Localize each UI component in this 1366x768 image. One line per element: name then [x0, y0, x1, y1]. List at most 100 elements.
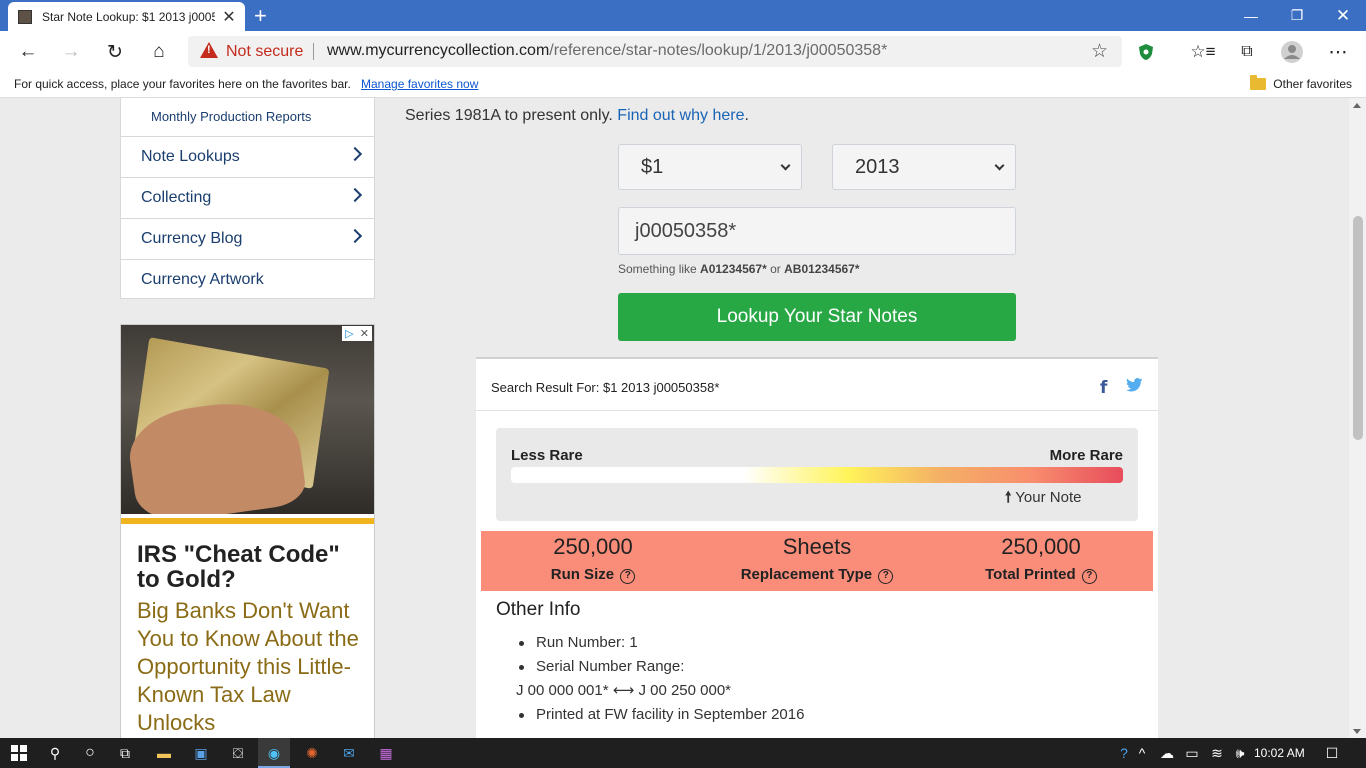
scroll-up-icon[interactable] [1353, 103, 1361, 108]
lookup-star-notes-button[interactable]: Lookup Your Star Notes [618, 293, 1016, 341]
stat-label-text: Total Printed [985, 566, 1076, 583]
cortana-icon[interactable]: ○ [78, 741, 102, 765]
search-icon[interactable]: ⚲ [43, 741, 67, 765]
profile-avatar-icon[interactable] [1279, 39, 1305, 65]
favorites-prompt: For quick access, place your favorites h… [14, 77, 351, 91]
stat-value: 250,000 [553, 534, 633, 559]
hint-prefix: Something like [618, 262, 701, 276]
windows-taskbar: ⚲ ○ ⧉ ▬ ▣ ⛋ ◉ ✺ ✉ ▦ ? ^ ☁ ▭ ≋ 🕪 10:02 AM… [0, 738, 1366, 768]
note-stats-bar: 250,000 Run Size ? Sheets Replacement Ty… [481, 531, 1153, 591]
search-result-card: Search Result For: $1 2013 j00050358* f … [476, 357, 1158, 738]
app-icon[interactable]: ✺ [300, 741, 324, 765]
help-icon[interactable]: ? [1081, 569, 1097, 584]
bidirectional-arrow-icon: ⟷ [612, 682, 635, 699]
chevron-down-icon [780, 160, 791, 171]
favorite-star-icon[interactable]: ☆ [1091, 40, 1108, 63]
series-note: Series 1981A to present only. Find out w… [405, 107, 749, 124]
hint-example-1: A01234567* [700, 262, 767, 276]
help-icon[interactable]: ? [878, 569, 894, 584]
warning-icon [200, 42, 218, 58]
ad-divider [121, 518, 374, 524]
other-favorites-label: Other favorites [1273, 77, 1352, 91]
serial-hint: Something like A01234567* or AB01234567* [618, 262, 860, 276]
mail-icon[interactable]: ✉ [337, 741, 361, 765]
stat-label: Total Printed ? [929, 566, 1153, 584]
scrollbar-thumb[interactable] [1353, 216, 1363, 440]
app-color-icon[interactable]: ▦ [374, 741, 398, 765]
sidebar-item-collecting[interactable]: Collecting [121, 177, 374, 218]
home-icon[interactable]: ⌂ [146, 39, 172, 65]
system-clock[interactable]: 10:02 AM [1254, 746, 1305, 760]
scroll-down-icon[interactable] [1353, 729, 1361, 734]
sidebar-menu: Monthly Production Reports Note Lookups … [120, 98, 375, 300]
page-viewport: Monthly Production Reports Note Lookups … [0, 97, 1366, 738]
restore-icon[interactable]: ❐ [1274, 0, 1320, 31]
denomination-value: $1 [641, 155, 664, 178]
ad-body-text[interactable]: Big Banks Don't Want You to Know About t… [137, 597, 372, 737]
sidebar-item-currency-artwork[interactable]: Currency Artwork [121, 259, 374, 300]
sidebar-item-label: Collecting [141, 189, 212, 206]
sidebar-subitem-monthly-production[interactable]: Monthly Production Reports [151, 109, 311, 124]
serial-range-values: J 00 000 001* ⟷ J 00 250 000* [496, 679, 804, 703]
task-view-icon[interactable]: ⧉ [113, 741, 137, 765]
chevron-up-icon[interactable]: ^ [1130, 741, 1154, 765]
close-window-icon[interactable]: ✕ [1320, 0, 1366, 31]
ad-headline[interactable]: IRS "Cheat Code" to Gold? [137, 542, 367, 592]
ad-image[interactable]: ▷ ✕ [121, 325, 374, 514]
forward-icon[interactable]: → [58, 39, 84, 65]
hint-example-2: AB01234567* [784, 262, 860, 276]
favorites-list-icon[interactable]: ☆≡ [1190, 39, 1216, 65]
favorites-bar: For quick access, place your favorites h… [0, 72, 1366, 97]
windows-start-icon[interactable] [7, 741, 31, 765]
serial-range-from: J 00 000 001* [516, 682, 609, 699]
sidebar-item-note-lookups[interactable]: Note Lookups [121, 136, 374, 177]
cloud-icon[interactable]: ☁ [1155, 741, 1179, 765]
address-bar[interactable]: Not secure www.mycurrencycollection.com/… [188, 36, 1122, 67]
security-status[interactable]: Not secure [226, 43, 303, 61]
shield-extension-icon[interactable] [1133, 39, 1159, 65]
battery-icon[interactable]: ▭ [1180, 741, 1204, 765]
refresh-icon[interactable]: ↻ [102, 39, 128, 65]
edge-icon[interactable]: ◉ [262, 741, 286, 765]
control-panel-icon[interactable]: ▣ [189, 741, 213, 765]
minimize-icon[interactable]: — [1228, 0, 1274, 31]
tab-title: Star Note Lookup: $1 2013 j0005 [42, 9, 215, 24]
help-icon[interactable]: ? [620, 569, 636, 584]
result-header: Search Result For: $1 2013 j00050358* f [476, 359, 1158, 411]
twitter-icon[interactable] [1126, 378, 1143, 392]
other-info-list: Run Number: 1 Serial Number Range: J 00 … [516, 631, 804, 727]
close-tab-icon[interactable]: ✕ [221, 7, 237, 27]
url-text[interactable]: www.mycurrencycollection.com/reference/s… [327, 42, 887, 60]
stat-replacement-type: Sheets Replacement Type ? [705, 531, 929, 584]
list-item-serial-range: Serial Number Range: [516, 655, 804, 679]
volume-icon[interactable]: 🕪 [1228, 741, 1252, 765]
serial-number-input[interactable]: j00050358* [618, 207, 1016, 255]
browser-tab[interactable]: Star Note Lookup: $1 2013 j0005 ✕ [8, 2, 245, 31]
back-icon[interactable]: ← [15, 39, 41, 65]
notifications-icon[interactable]: ☐ [1320, 741, 1344, 765]
manage-favorites-link[interactable]: Manage favorites now [361, 77, 478, 91]
denomination-select[interactable]: $1 [618, 144, 802, 190]
page-scrollbar[interactable] [1349, 98, 1366, 738]
stat-total-printed: 250,000 Total Printed ? [929, 531, 1153, 584]
facebook-icon[interactable]: f [1100, 378, 1107, 398]
other-favorites[interactable]: Other favorites [1250, 75, 1352, 91]
serial-number-value: j00050358* [635, 219, 737, 242]
file-explorer-icon[interactable]: ▬ [152, 741, 176, 765]
sidebar-item-label: Currency Blog [141, 230, 243, 247]
new-tab-icon[interactable]: + [254, 3, 267, 29]
serial-range-to: J 00 250 000* [638, 682, 732, 699]
advertisement[interactable]: ▷ ✕ IRS "Cheat Code" to Gold? Big Banks D… [120, 324, 375, 738]
more-options-icon[interactable]: ⋯ [1325, 39, 1351, 65]
adchoices-icon[interactable]: ▷ ✕ [342, 326, 372, 341]
sidebar-item-currency-blog[interactable]: Currency Blog [121, 218, 374, 259]
url-path: /reference/star-notes/lookup/1/2013/j000… [549, 42, 888, 59]
year-select[interactable]: 2013 [832, 144, 1016, 190]
collections-icon[interactable]: ⧉ [1234, 39, 1260, 65]
chevron-right-icon [347, 146, 363, 162]
find-out-why-link[interactable]: Find out why here [617, 107, 744, 124]
series-note-text: Series 1981A to present only. [405, 107, 613, 124]
wifi-icon[interactable]: ≋ [1205, 741, 1229, 765]
store-icon[interactable]: ⛋ [226, 741, 250, 765]
sidebar-item-label: Note Lookups [141, 148, 240, 165]
